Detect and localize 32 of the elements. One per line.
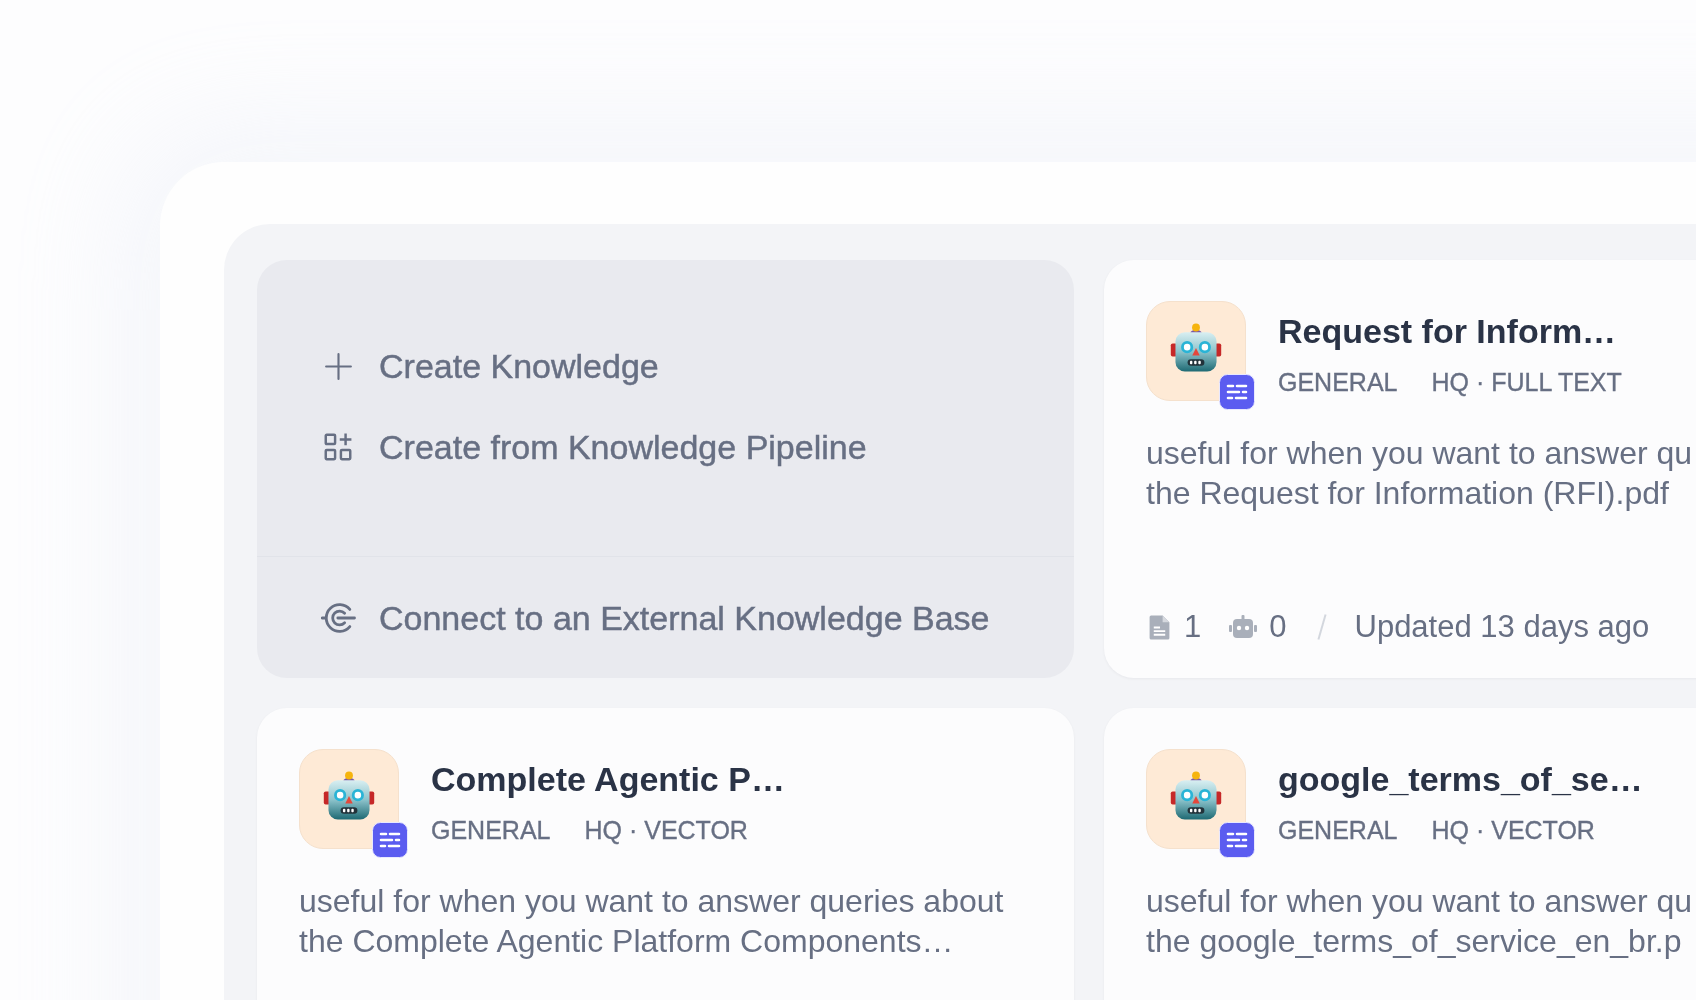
document-count: 1	[1184, 608, 1202, 646]
card-title: Request for Inform…	[1278, 311, 1618, 351]
dataset-tag: GENERAL	[1278, 367, 1398, 397]
dataset-tag: GENERAL	[431, 815, 551, 845]
connect-icon	[320, 601, 356, 634]
robot-icon	[1146, 749, 1246, 849]
document-icon	[1149, 614, 1170, 640]
app-count: 0	[1269, 608, 1287, 646]
card-title: google_terms_of_se…	[1278, 759, 1643, 799]
dataset-tag: GENERAL	[1278, 815, 1398, 845]
text-lines-icon	[1219, 374, 1255, 410]
updated-time: Updated 13 days ago	[1354, 608, 1650, 646]
dataset-tag: HQ · VECTOR	[584, 815, 748, 845]
grid-plus-icon	[324, 433, 352, 461]
text-lines-icon	[1219, 822, 1255, 858]
dataset-tag: HQ · FULL TEXT	[1431, 367, 1622, 397]
card-description: useful for when you want to answer qu the Request for Information (RFI).pdf	[1146, 434, 1694, 513]
dataset-tag: HQ · VECTOR	[1431, 815, 1595, 845]
menu-item[interactable]: Connect to an External Knowledge Base	[318, 597, 990, 638]
robot-icon	[1146, 301, 1246, 401]
card-description: useful for when you want to answer qu the google_terms_of_service_en_br.p	[1146, 882, 1694, 961]
knowledge-card[interactable]: Complete Agentic P… GENERAL HQ · VECTOR useful for when you want to answer queries about the Complete Agentic Platform Components…	[257, 708, 1074, 1000]
robot-icon	[299, 749, 399, 849]
robot-icon	[1229, 615, 1258, 639]
text-lines-icon	[372, 822, 408, 858]
plus-icon	[324, 352, 352, 380]
menu-item[interactable]: Create Knowledge	[318, 346, 659, 386]
knowledge-card[interactable]: Request for Inform… GENERAL HQ · FULL TEXT useful for when you want to answer qu the Request for Information (RFI).pdf 1 0 Updated 13 days ago	[1104, 260, 1696, 678]
knowledge-card[interactable]: google_terms_of_se… GENERAL HQ · VECTOR useful for when you want to answer qu the google_terms_of_service_en_br.p	[1104, 708, 1696, 1000]
card-title: Complete Agentic P…	[431, 759, 785, 799]
card-description: useful for when you want to answer queries about the Complete Agentic Platform Components…	[299, 882, 1005, 961]
menu-item[interactable]: Create from Knowledge Pipeline	[318, 427, 867, 467]
